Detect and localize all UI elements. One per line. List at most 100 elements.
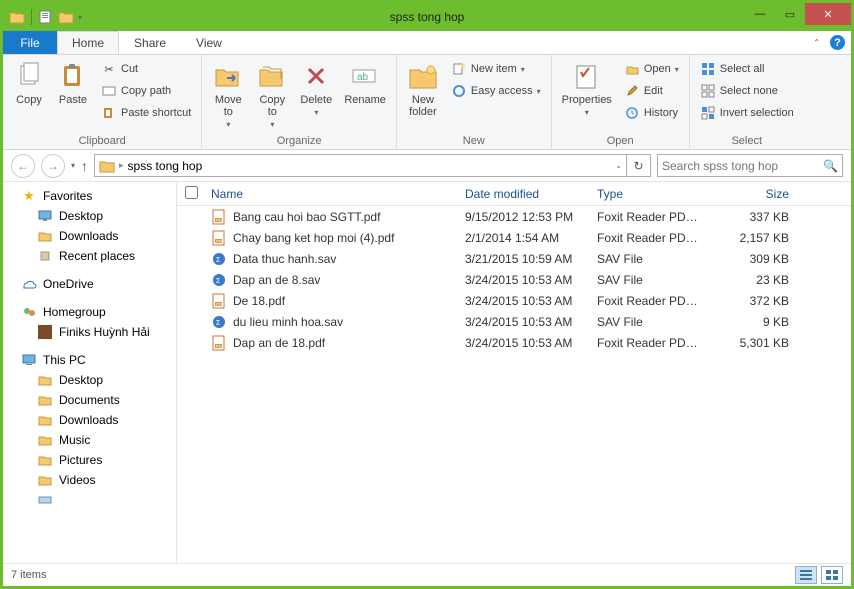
file-list-body[interactable]: PDFBang cau hoi bao SGTT.pdf9/15/2012 12…: [177, 206, 851, 563]
file-date: 3/24/2015 10:53 AM: [459, 294, 591, 308]
file-name: Dap an de 18.pdf: [233, 336, 325, 350]
nav-desktop[interactable]: Desktop: [3, 206, 176, 226]
cut-button[interactable]: ✂Cut: [97, 58, 195, 80]
invert-selection-button[interactable]: Invert selection: [696, 102, 798, 124]
minimize-button[interactable]: —: [745, 3, 775, 25]
search-box[interactable]: 🔍: [657, 154, 843, 177]
history-button[interactable]: History: [620, 102, 683, 124]
nav-pc-music[interactable]: Music: [3, 430, 176, 450]
file-row[interactable]: ΣDap an de 8.sav3/24/2015 10:53 AMSAV Fi…: [177, 269, 851, 290]
move-to-button[interactable]: Move to▾: [208, 58, 248, 131]
new-item-button[interactable]: New item ▾: [447, 58, 545, 80]
easy-access-button[interactable]: Easy access ▾: [447, 80, 545, 102]
help-icon[interactable]: ?: [830, 35, 845, 50]
nav-homegroup[interactable]: Homegroup: [3, 302, 176, 322]
homegroup-icon: [21, 304, 37, 320]
recent-locations-icon[interactable]: ▾: [71, 161, 75, 170]
nav-onedrive[interactable]: OneDrive: [3, 274, 176, 294]
folder-icon: [37, 472, 53, 488]
new-folder-button[interactable]: New folder: [403, 58, 443, 120]
properties-button[interactable]: Properties▾: [558, 58, 616, 119]
file-row[interactable]: PDFChay bang ket hop moi (4).pdf2/1/2014…: [177, 227, 851, 248]
chevron-right-icon[interactable]: ▸: [119, 160, 124, 171]
file-size: 309 KB: [705, 252, 795, 266]
nav-downloads[interactable]: Downloads: [3, 226, 176, 246]
move-to-icon: [212, 60, 244, 92]
file-row[interactable]: PDFDap an de 18.pdf3/24/2015 10:53 AMFox…: [177, 332, 851, 353]
file-type-icon: Σ: [211, 272, 227, 288]
back-button[interactable]: ←: [11, 154, 35, 178]
paste-button[interactable]: Paste: [53, 58, 93, 108]
svg-text:PDF: PDF: [216, 217, 225, 222]
column-type[interactable]: Type: [591, 187, 705, 201]
nav-this-pc[interactable]: This PC: [3, 350, 176, 370]
address-dropdown-icon[interactable]: ⌄: [615, 161, 622, 170]
collapse-ribbon-icon[interactable]: ⌃: [813, 38, 820, 47]
easy-access-icon: [451, 83, 467, 99]
search-input[interactable]: [662, 159, 823, 173]
copy-to-button[interactable]: Copy to▾: [252, 58, 292, 131]
file-row[interactable]: PDFDe 18.pdf3/24/2015 10:53 AMFoxit Read…: [177, 290, 851, 311]
thumbnails-view-button[interactable]: [821, 566, 843, 584]
file-tab[interactable]: File: [3, 31, 57, 54]
details-view-button[interactable]: [795, 566, 817, 584]
edit-button[interactable]: Edit: [620, 80, 683, 102]
nav-homegroup-user[interactable]: Finiks Huỳnh Hải: [3, 322, 176, 342]
invert-selection-icon: [700, 105, 716, 121]
new-folder-icon: [407, 60, 439, 92]
desktop-icon: [37, 208, 53, 224]
file-row[interactable]: Σdu lieu minh hoa.sav3/24/2015 10:53 AMS…: [177, 311, 851, 332]
file-date: 3/21/2015 10:59 AM: [459, 252, 591, 266]
group-clipboard: Copy Paste ✂Cut Copy path Paste shortcut…: [3, 55, 202, 149]
nav-favorites[interactable]: ★Favorites: [3, 186, 176, 206]
select-all-checkbox[interactable]: [185, 186, 198, 199]
search-icon[interactable]: 🔍: [823, 159, 838, 173]
nav-pc-desktop[interactable]: Desktop: [3, 370, 176, 390]
properties-icon: [571, 60, 603, 92]
file-type: SAV File: [591, 252, 705, 266]
checkbox-column[interactable]: [177, 186, 205, 202]
nav-pc-more[interactable]: [3, 490, 176, 510]
rename-button[interactable]: ab Rename: [340, 58, 390, 108]
file-row[interactable]: ΣData thuc hanh.sav3/21/2015 10:59 AMSAV…: [177, 248, 851, 269]
refresh-button[interactable]: ↻: [627, 154, 651, 177]
file-date: 2/1/2014 1:54 AM: [459, 231, 591, 245]
column-size[interactable]: Size: [705, 187, 795, 201]
open-icon: [624, 61, 640, 77]
maximize-button[interactable]: ▭: [775, 3, 805, 25]
window-title: spss tong hop: [3, 10, 851, 24]
qat-properties-icon[interactable]: [38, 9, 54, 25]
nav-pc-videos[interactable]: Videos: [3, 470, 176, 490]
file-row[interactable]: PDFBang cau hoi bao SGTT.pdf9/15/2012 12…: [177, 206, 851, 227]
navigation-pane[interactable]: ★Favorites Desktop Downloads Recent plac…: [3, 182, 177, 563]
svg-text:Σ: Σ: [216, 257, 221, 264]
forward-button[interactable]: →: [41, 154, 65, 178]
select-none-button[interactable]: Select none: [696, 80, 798, 102]
svg-text:Σ: Σ: [216, 320, 221, 327]
qat-newfolder-icon[interactable]: [58, 10, 74, 24]
address-bar[interactable]: ▸ spss tong hop ⌄: [94, 154, 627, 177]
view-tab[interactable]: View: [181, 31, 237, 54]
column-date[interactable]: Date modified: [459, 187, 591, 201]
up-button[interactable]: ↑: [81, 158, 88, 174]
file-name: Chay bang ket hop moi (4).pdf: [233, 231, 394, 245]
close-button[interactable]: ✕: [805, 3, 851, 25]
nav-recent-places[interactable]: Recent places: [3, 246, 176, 266]
select-all-button[interactable]: Select all: [696, 58, 798, 80]
share-tab[interactable]: Share: [119, 31, 181, 54]
delete-button[interactable]: Delete▾: [296, 58, 336, 119]
paste-shortcut-button[interactable]: Paste shortcut: [97, 102, 195, 124]
file-size: 9 KB: [705, 315, 795, 329]
nav-pc-documents[interactable]: Documents: [3, 390, 176, 410]
column-name[interactable]: Name: [205, 187, 459, 201]
home-tab[interactable]: Home: [57, 31, 119, 54]
nav-pc-downloads[interactable]: Downloads: [3, 410, 176, 430]
separator: [31, 9, 32, 25]
copy-path-button[interactable]: Copy path: [97, 80, 195, 102]
qat-dropdown-icon[interactable]: ▾: [78, 13, 82, 22]
open-button[interactable]: Open ▾: [620, 58, 683, 80]
nav-pc-pictures[interactable]: Pictures: [3, 450, 176, 470]
explorer-window: ▾ spss tong hop — ▭ ✕ File Home Share Vi…: [3, 3, 851, 586]
copy-button[interactable]: Copy: [9, 58, 49, 108]
breadcrumb-segment[interactable]: spss tong hop: [128, 159, 203, 173]
